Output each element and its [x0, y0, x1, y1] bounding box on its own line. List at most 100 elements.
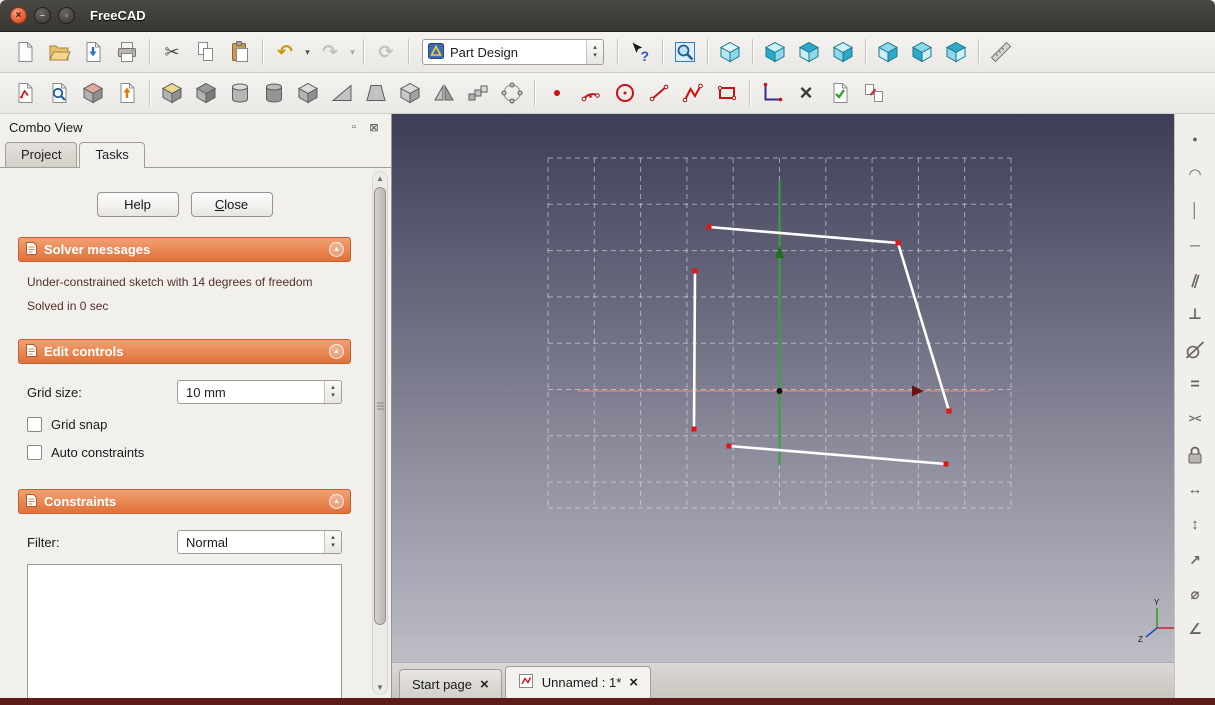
undo-dropdown-arrow[interactable]: ▾ — [302, 37, 313, 67]
front-view-button[interactable] — [760, 37, 790, 67]
paste-button[interactable] — [225, 37, 255, 67]
close-panel-button[interactable]: ⊠ — [366, 119, 382, 135]
create-rectangle-button[interactable] — [712, 78, 742, 108]
3d-viewport[interactable]: YXZ — [392, 114, 1174, 662]
constraint-radius-button[interactable]: ⌀ — [1181, 581, 1209, 608]
constraint-distance-button[interactable]: ↗ — [1181, 546, 1209, 573]
close-tab-icon[interactable]: × — [480, 677, 489, 692]
bottom-view-button[interactable] — [907, 37, 937, 67]
redo-dropdown-arrow[interactable]: ▾ — [347, 37, 358, 67]
fillet-button[interactable] — [293, 78, 323, 108]
create-polyline-button[interactable] — [678, 78, 708, 108]
constraint-point-on-object-button[interactable]: ◠ — [1181, 161, 1209, 188]
refresh-button[interactable]: ⟳ — [371, 37, 401, 67]
grid-snap-checkbox[interactable] — [27, 417, 42, 432]
filter-spinner[interactable]: ▴▾ — [324, 531, 341, 553]
open-file-button[interactable] — [44, 37, 74, 67]
collapse-section-button[interactable]: ▲ — [329, 344, 344, 359]
new-file-button[interactable] — [10, 37, 40, 67]
sketch-line[interactable] — [898, 243, 949, 411]
mirrored-button[interactable] — [429, 78, 459, 108]
scroll-down-arrow[interactable]: ▼ — [373, 681, 387, 694]
axonometric-view-button[interactable] — [715, 37, 745, 67]
groove-button[interactable] — [259, 78, 289, 108]
constraint-perpendicular-button[interactable]: ⊥ — [1181, 301, 1209, 328]
print-button[interactable] — [112, 37, 142, 67]
constraints-header[interactable]: Constraints ▲ — [18, 489, 351, 514]
sketch-canvas[interactable]: YXZ — [392, 114, 1174, 662]
sketch-point[interactable] — [947, 409, 952, 414]
draft-button[interactable] — [361, 78, 391, 108]
copy-button[interactable] — [191, 37, 221, 67]
edit-sketch-button[interactable] — [44, 78, 74, 108]
auto-constraints-checkbox[interactable] — [27, 445, 42, 460]
constraint-lock-button[interactable] — [1181, 441, 1209, 468]
pocket-button[interactable] — [191, 78, 221, 108]
constraint-horizontal-button[interactable]: ─ — [1181, 231, 1209, 258]
collapse-section-button[interactable]: ▲ — [329, 494, 344, 509]
help-button[interactable]: Help — [97, 192, 179, 217]
maximize-window-button[interactable]: ▫ — [58, 7, 75, 24]
create-point-button[interactable] — [542, 78, 572, 108]
close-tab-icon[interactable]: × — [629, 675, 638, 690]
rear-view-button[interactable] — [873, 37, 903, 67]
grid-size-spinner[interactable]: ▴▾ — [324, 381, 341, 403]
tab-project[interactable]: Project — [5, 142, 77, 167]
panel-scrollbar[interactable]: ▲ ▼ — [372, 171, 388, 695]
construction-geometry-button[interactable] — [757, 78, 787, 108]
workbench-spinner[interactable]: ▴▾ — [586, 40, 603, 64]
close-window-button[interactable]: × — [10, 7, 27, 24]
chamfer-button[interactable] — [327, 78, 357, 108]
linear-pattern-button[interactable] — [463, 78, 493, 108]
create-circle-button[interactable] — [610, 78, 640, 108]
create-line-button[interactable] — [644, 78, 674, 108]
constraint-symmetric-button[interactable]: >< — [1181, 406, 1209, 433]
sketch-line[interactable] — [729, 446, 946, 464]
origin-point[interactable] — [777, 388, 783, 394]
constraint-angle-button[interactable]: ∠ — [1181, 616, 1209, 643]
pad-button[interactable] — [157, 78, 187, 108]
sketch-point[interactable] — [692, 427, 697, 432]
grid-size-combobox[interactable]: 10 mm ▴▾ — [177, 380, 342, 404]
save-file-button[interactable] — [78, 37, 108, 67]
map-sketch-button[interactable] — [78, 78, 108, 108]
constraint-tangent-button[interactable] — [1181, 336, 1209, 363]
create-sketch-button[interactable] — [10, 78, 40, 108]
constraint-equal-button[interactable]: = — [1181, 371, 1209, 398]
tab-unnamed-document[interactable]: Unnamed : 1* × — [505, 666, 651, 698]
constraints-listbox[interactable] — [27, 564, 342, 698]
leave-sketch-button[interactable] — [112, 78, 142, 108]
validate-sketch-button[interactable] — [825, 78, 855, 108]
polar-pattern-button[interactable] — [497, 78, 527, 108]
merge-sketches-button[interactable] — [859, 78, 889, 108]
create-arc-button[interactable] — [576, 78, 606, 108]
close-task-button[interactable]: Close — [191, 192, 273, 217]
sketch-line[interactable] — [709, 227, 898, 243]
tab-tasks[interactable]: Tasks — [79, 142, 144, 168]
sketch-point[interactable] — [727, 444, 732, 449]
constraint-vertical-distance-button[interactable]: ↕ — [1181, 511, 1209, 538]
sketch-point[interactable] — [896, 241, 901, 246]
workbench-selector[interactable]: Part Design▴▾ — [422, 39, 604, 65]
right-view-button[interactable] — [828, 37, 858, 67]
cut-button[interactable]: ✂ — [157, 37, 187, 67]
scroll-up-arrow[interactable]: ▲ — [373, 172, 387, 185]
thickness-button[interactable] — [395, 78, 425, 108]
whats-this-button[interactable]: ? — [625, 37, 655, 67]
redo-button[interactable]: ↷ — [315, 37, 345, 67]
constraint-parallel-button[interactable]: ∥ — [1181, 266, 1209, 293]
delete-geometry-button[interactable]: × — [791, 78, 821, 108]
filter-combobox[interactable]: Normal ▴▾ — [177, 530, 342, 554]
constraint-vertical-button[interactable]: │ — [1181, 196, 1209, 223]
solver-messages-header[interactable]: Solver messages ▲ — [18, 237, 351, 262]
collapse-section-button[interactable]: ▲ — [329, 242, 344, 257]
sketch-point[interactable] — [693, 269, 698, 274]
tab-start-page[interactable]: Start page × — [399, 669, 502, 698]
float-panel-button[interactable]: ▫ — [346, 119, 362, 135]
sketch-point[interactable] — [707, 225, 712, 230]
constraint-coincident-button[interactable]: ● — [1181, 126, 1209, 153]
sketch-point[interactable] — [944, 462, 949, 467]
minimize-window-button[interactable]: – — [34, 7, 51, 24]
sketch-line[interactable] — [694, 271, 695, 429]
left-view-button[interactable] — [941, 37, 971, 67]
